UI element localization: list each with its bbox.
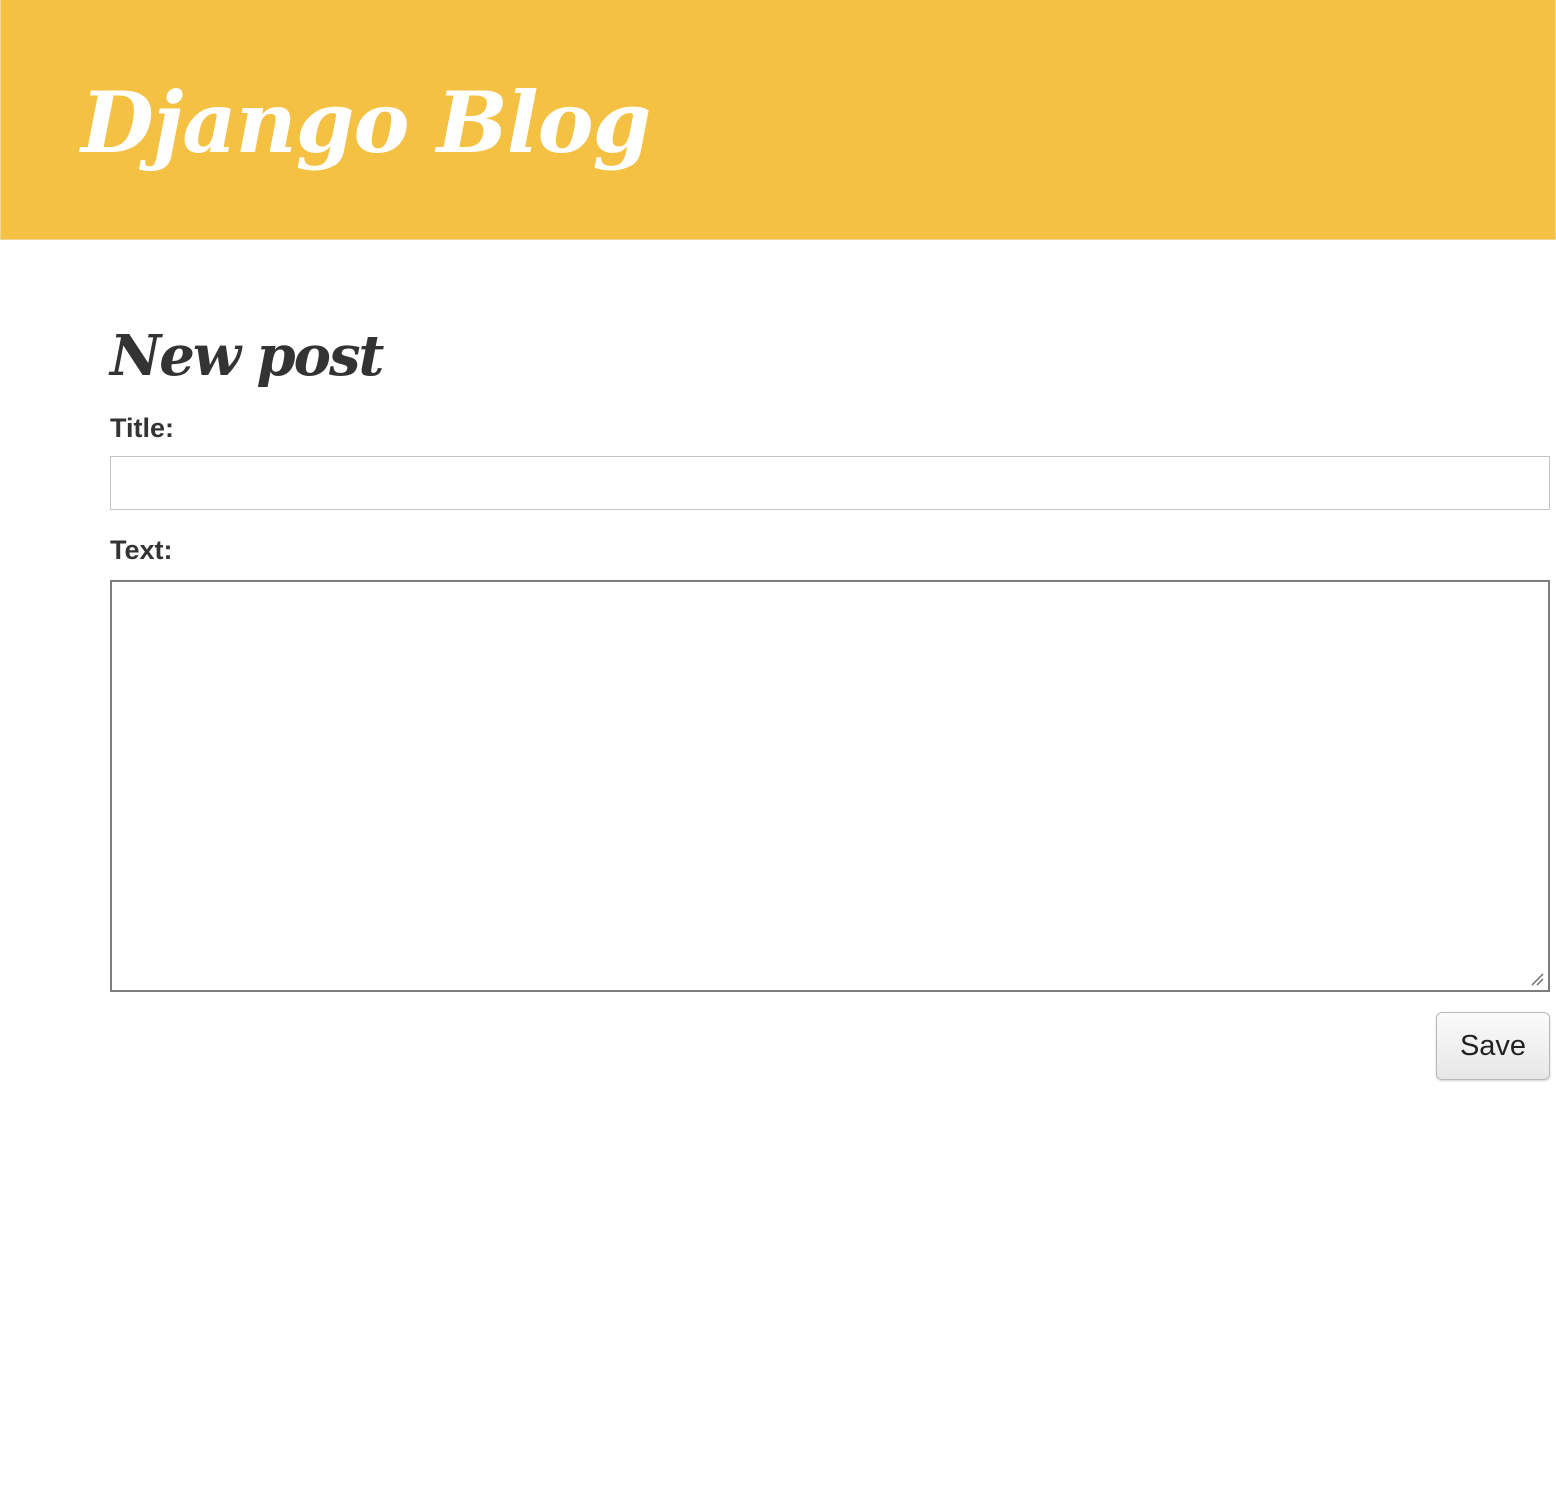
title-input[interactable] <box>110 456 1550 510</box>
save-button[interactable]: Save <box>1436 1012 1550 1080</box>
page-header: Django Blog <box>0 0 1556 240</box>
text-textarea[interactable] <box>110 580 1550 992</box>
resize-grip-icon[interactable] <box>1530 972 1544 986</box>
site-title-link[interactable]: Django Blog <box>81 68 651 178</box>
page-title: New post <box>110 323 384 389</box>
title-label: Title: <box>110 413 175 443</box>
text-label: Text: <box>110 535 173 565</box>
